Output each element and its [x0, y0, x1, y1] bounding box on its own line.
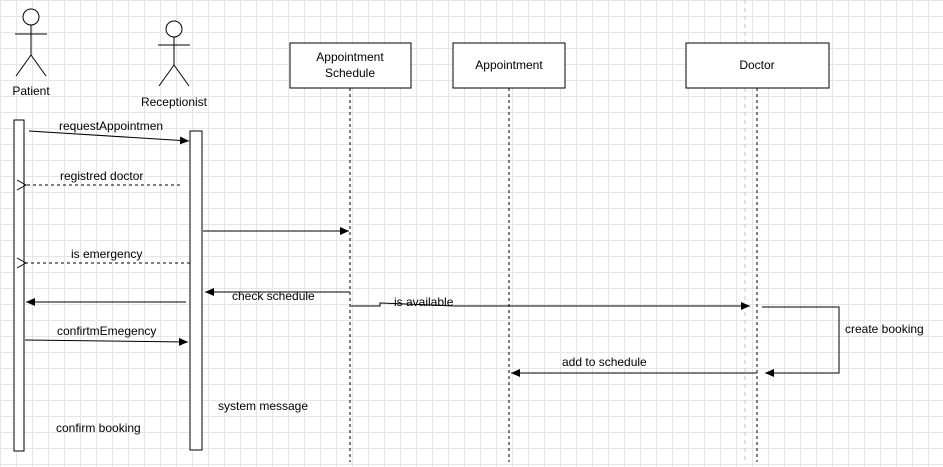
check-schedule-label: check schedule — [232, 289, 315, 303]
appointment-schedule-label-1: Appointment — [316, 50, 384, 64]
add-to-schedule-label: add to schedule — [562, 355, 647, 369]
doctor-label: Doctor — [739, 58, 774, 72]
is-emergency-label: is emergency — [71, 247, 142, 261]
confirm-emergency-label: confirtmEmegency — [57, 324, 156, 338]
confirm-booking-text: confirm booking — [56, 421, 141, 435]
appointment-box: Appointment — [452, 42, 566, 89]
receptionist-label: Receptionist — [141, 95, 208, 109]
is-available-label: is available — [394, 295, 454, 309]
doctor-box: Doctor — [685, 42, 830, 89]
appointment-schedule-label-2: Schedule — [325, 66, 375, 80]
patient-label: Patient — [12, 84, 50, 98]
confirm-emergency-arrow — [24, 337, 189, 346]
patient-activation-bar — [13, 119, 25, 452]
create-booking-label: create booking — [845, 322, 924, 336]
appointment-schedule-box: Appointment Schedule — [289, 42, 412, 89]
receptionist-activation-bar — [189, 130, 203, 451]
patient-actor-icon — [15, 8, 47, 77]
appointment-label: Appointment — [475, 58, 543, 72]
receptionist-actor-icon — [158, 20, 190, 87]
registered-doctor-label: registred doctor — [60, 169, 143, 183]
create-booking-self-arrow — [762, 306, 840, 377]
sequence-diagram: Patient Receptionist Appointment Schedul… — [12, 0, 924, 462]
request-appointment-label: requestAppointmen — [59, 119, 163, 133]
system-message-text: system message — [218, 399, 308, 413]
